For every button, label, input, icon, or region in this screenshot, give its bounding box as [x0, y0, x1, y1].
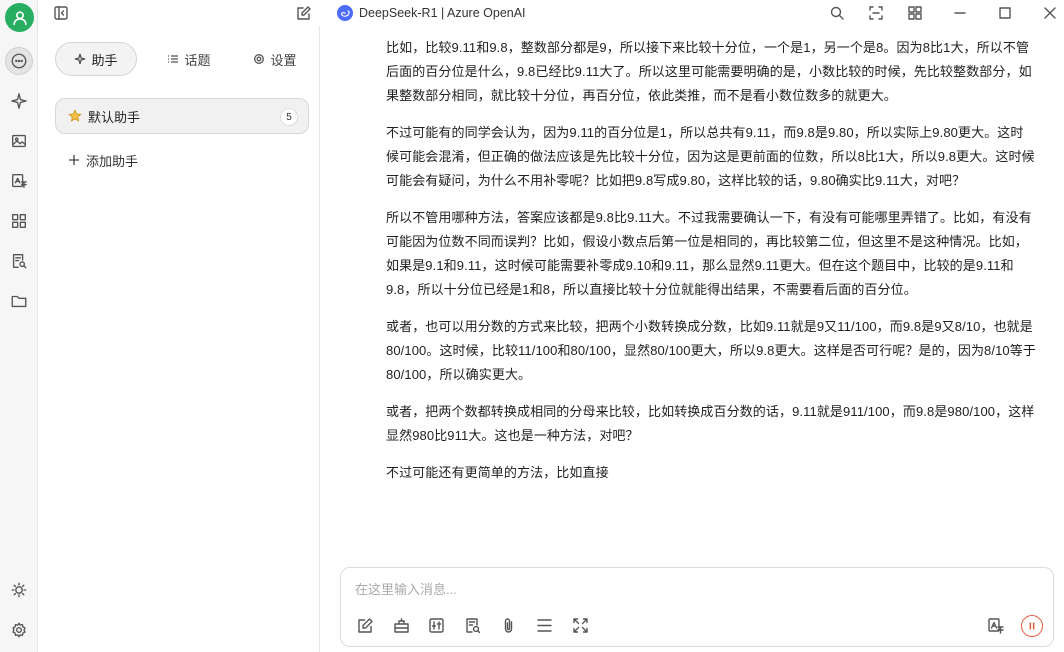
assistant-sidebar: 助手 话题 设置 默认助手 5 添加助手	[38, 26, 320, 652]
search-icon	[830, 6, 844, 20]
close-button[interactable]	[1040, 3, 1060, 23]
chat-bubble-icon	[11, 53, 27, 69]
expand-button[interactable]	[570, 615, 590, 635]
attach-button[interactable]	[498, 615, 518, 635]
grid-icon	[908, 6, 922, 20]
image-icon	[12, 134, 26, 148]
sun-icon	[11, 582, 27, 598]
sidebar-tabs: 助手 话题 设置	[55, 42, 309, 76]
message-paragraph: 所以不管用哪种方法，答案应该都是9.8比9.11大。不过我需要确认一下，有没有可…	[386, 210, 1032, 297]
pause-generation-button[interactable]	[1021, 615, 1043, 637]
theme-toggle-button[interactable]	[5, 576, 33, 604]
minimize-icon	[954, 12, 966, 14]
translate-nav-button[interactable]	[5, 167, 33, 195]
message-paragraph: 或者，把两个数都转换成相同的分母来比较，比如转换成百分数的话，9.11就是911…	[386, 404, 1035, 443]
sparkle-icon	[75, 53, 86, 65]
sidebar-collapse-icon	[54, 6, 68, 20]
icon-rail	[0, 0, 38, 652]
settings-tool-button[interactable]	[426, 615, 446, 635]
translate-icon	[987, 617, 1004, 634]
edit-icon	[297, 6, 311, 20]
files-nav-button[interactable]	[5, 287, 33, 315]
gear-icon	[254, 54, 265, 64]
title-bar: DeepSeek-R1 | Azure OpenAI	[38, 0, 1064, 26]
message-paragraph: 不过可能有的同学会认为，因为9.11的百分位是1，所以总共有9.11，而9.8是…	[386, 125, 1035, 188]
message-input[interactable]	[355, 578, 1035, 600]
paperclip-icon	[504, 617, 512, 633]
gear-icon	[12, 622, 26, 638]
topic-count-badge: 5	[280, 108, 298, 126]
assistant-message: 比如，比较9.11和9.8，整数部分都是9，所以接下来比较十分位，一个是1，另一…	[386, 36, 1036, 498]
deepseek-logo-icon	[337, 5, 353, 21]
add-agent-label: 添加助手	[86, 153, 139, 169]
translate-image-icon	[12, 174, 27, 188]
divider-icon	[536, 618, 552, 632]
tab-topics[interactable]: 话题	[159, 42, 219, 76]
tab-topics-label: 话题	[184, 52, 211, 68]
window-title: DeepSeek-R1 | Azure OpenAI	[359, 6, 526, 20]
tab-assistants[interactable]: 助手	[55, 42, 137, 76]
star-icon	[68, 109, 82, 122]
user-avatar[interactable]	[5, 3, 34, 32]
toggle-sidebar-button[interactable]	[51, 3, 71, 23]
document-search-icon	[12, 254, 27, 269]
search-button[interactable]	[827, 3, 847, 23]
agents-nav-button[interactable]	[5, 87, 33, 115]
settings-nav-button[interactable]	[5, 616, 33, 644]
agent-item-label: 默认助手	[88, 109, 141, 125]
layout-button[interactable]	[905, 3, 925, 23]
scan-icon	[869, 6, 883, 20]
translate-button[interactable]	[985, 615, 1005, 635]
plus-icon	[69, 155, 79, 165]
document-search-icon	[465, 617, 480, 633]
folder-icon	[11, 295, 27, 308]
message-composer	[340, 567, 1054, 647]
user-icon	[12, 10, 27, 25]
expand-icon	[572, 617, 588, 633]
close-icon	[1044, 7, 1056, 19]
tab-settings[interactable]: 设置	[245, 42, 305, 76]
grid-icon	[12, 214, 26, 228]
maximize-icon	[999, 7, 1011, 19]
edit-icon	[357, 617, 373, 633]
clear-context-button[interactable]	[534, 615, 554, 635]
toolbox-icon	[393, 617, 409, 633]
message-paragraph: 比如，比较9.11和9.8，整数部分都是9，所以接下来比较十分位，一个是1，另一…	[386, 40, 1032, 103]
list-icon	[168, 55, 179, 63]
message-paragraph: 不过可能还有更简单的方法，比如直接	[386, 465, 609, 480]
minimap-button[interactable]	[866, 3, 886, 23]
maximize-button[interactable]	[995, 3, 1015, 23]
message-paragraph: 或者，也可以用分数的方式来比较，把两个小数转换成分数，比如9.11就是9又11/…	[386, 319, 1036, 382]
paintings-nav-button[interactable]	[5, 127, 33, 155]
pause-icon	[1029, 622, 1035, 630]
chat-nav-button[interactable]	[5, 47, 33, 75]
new-topic-tool-button[interactable]	[355, 615, 375, 635]
knowledge-nav-button[interactable]	[5, 247, 33, 275]
knowledge-tool-button[interactable]	[462, 615, 482, 635]
sparkle-icon	[11, 93, 27, 109]
tab-assistants-label: 助手	[91, 52, 118, 68]
apps-nav-button[interactable]	[5, 207, 33, 235]
tab-settings-label: 设置	[270, 52, 297, 68]
chat-main: 比如，比较9.11和9.8，整数部分都是9，所以接下来比较十分位，一个是1，另一…	[320, 26, 1064, 652]
new-topic-button[interactable]	[294, 3, 314, 23]
agent-item-default[interactable]: 默认助手 5	[55, 98, 309, 134]
sliders-icon	[428, 617, 444, 633]
model-title[interactable]: DeepSeek-R1 | Azure OpenAI	[337, 3, 526, 23]
assistant-tool-button[interactable]	[391, 615, 411, 635]
add-agent-button[interactable]: 添加助手	[68, 150, 138, 170]
minimize-button[interactable]	[950, 3, 970, 23]
